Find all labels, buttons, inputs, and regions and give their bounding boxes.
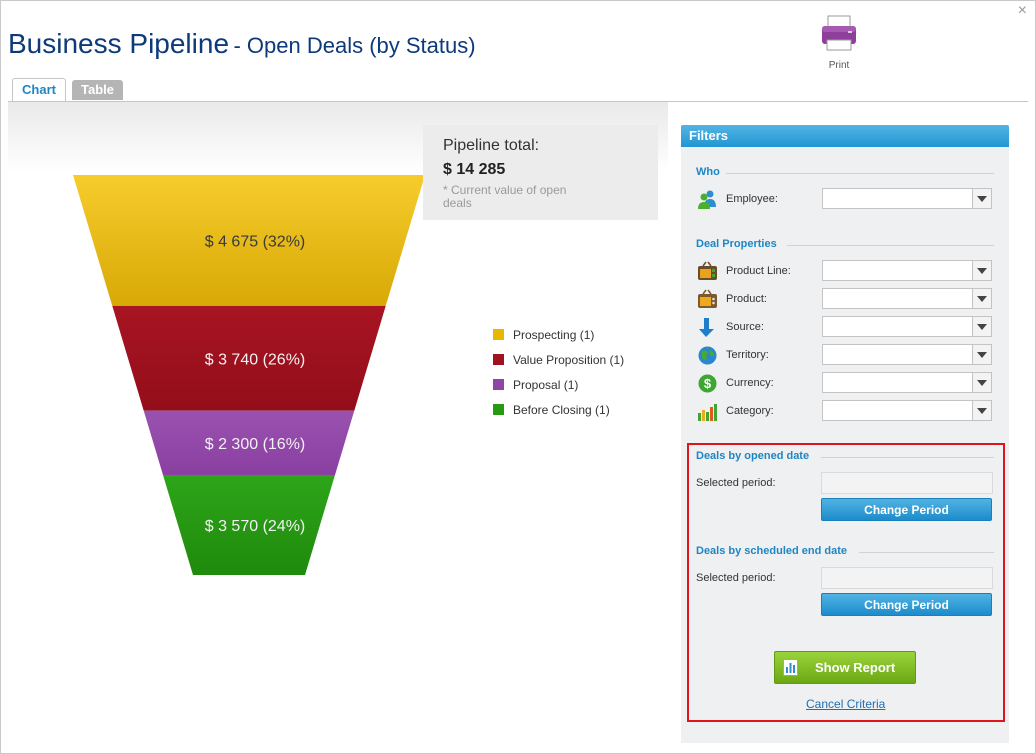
chevron-down-icon[interactable]: [972, 189, 991, 208]
chart-legend: Prospecting (1) Value Proposition (1) Pr…: [493, 328, 624, 428]
category-icon: [698, 404, 717, 421]
highlight-box: [687, 443, 1005, 722]
product-line-icon: [698, 261, 717, 280]
territory-label: Territory:: [726, 349, 769, 361]
category-filter: Category:: [697, 400, 995, 422]
legend-swatch: [493, 379, 504, 390]
printer-icon: [822, 15, 856, 51]
legend-item: Proposal (1): [493, 378, 624, 403]
source-label: Source:: [726, 321, 764, 333]
category-label: Category:: [726, 405, 774, 417]
employee-filter: Employee:: [697, 188, 995, 210]
funnel-data-label: $ 3 740 (26%): [205, 351, 306, 368]
currency-filter: $ Currency:: [697, 372, 995, 394]
product-line-select[interactable]: [822, 260, 992, 281]
territory-select[interactable]: [822, 344, 992, 365]
currency-select[interactable]: [822, 372, 992, 393]
pipeline-total-note: * Current value of open deals: [443, 183, 567, 210]
source-filter: Source:: [697, 316, 995, 338]
funnel-data-label: $ 2 300 (16%): [205, 436, 306, 453]
product-label: Product:: [726, 293, 767, 305]
chevron-down-icon[interactable]: [972, 261, 991, 280]
svg-text:$: $: [704, 376, 712, 391]
funnel-data-label: $ 3 570 (24%): [205, 518, 306, 535]
legend-item: Before Closing (1): [493, 403, 624, 428]
pipeline-total-box: Pipeline total: $ 14 285 * Current value…: [423, 125, 658, 220]
legend-swatch: [493, 329, 504, 340]
close-icon[interactable]: ×: [1018, 3, 1027, 19]
product-select[interactable]: [822, 288, 992, 309]
filters-title: Filters: [681, 125, 1009, 147]
legend-item: Value Proposition (1): [493, 353, 624, 378]
product-icon: [698, 289, 717, 308]
divider: [787, 245, 994, 246]
product-filter: Product:: [697, 288, 995, 310]
chevron-down-icon[interactable]: [972, 345, 991, 364]
who-heading: Who: [696, 166, 720, 178]
chevron-down-icon[interactable]: [972, 289, 991, 308]
pipeline-total-title: Pipeline total:: [443, 137, 540, 154]
funnel-chart: $ 4 675 (32%) $ 3 740 (26%) $ 2 300 (16%) $…: [73, 175, 425, 575]
divider: [726, 173, 994, 174]
print-label: Print: [828, 60, 850, 71]
category-select[interactable]: [822, 400, 992, 421]
funnel-data-label: $ 4 675 (32%): [205, 233, 306, 250]
chevron-down-icon[interactable]: [972, 373, 991, 392]
employee-select[interactable]: [822, 188, 992, 209]
source-icon: [699, 318, 714, 337]
product-line-label: Product Line:: [726, 265, 791, 277]
product-line-filter: Product Line:: [697, 260, 995, 282]
chevron-down-icon[interactable]: [972, 317, 991, 336]
territory-filter: Territory:: [697, 344, 995, 366]
chevron-down-icon[interactable]: [972, 401, 991, 420]
deal-properties-heading: Deal Properties: [696, 238, 777, 250]
employee-label: Employee:: [726, 193, 778, 205]
pipeline-total-value: $ 14 285: [443, 161, 506, 178]
legend-item: Prospecting (1): [493, 328, 624, 353]
legend-swatch: [493, 354, 504, 365]
employee-icon: [698, 190, 716, 209]
legend-swatch: [493, 404, 504, 415]
globe-icon: [698, 346, 717, 365]
currency-label: Currency:: [726, 377, 774, 389]
print-button[interactable]: Print: [816, 14, 862, 71]
currency-icon: $: [698, 374, 717, 393]
source-select[interactable]: [822, 316, 992, 337]
